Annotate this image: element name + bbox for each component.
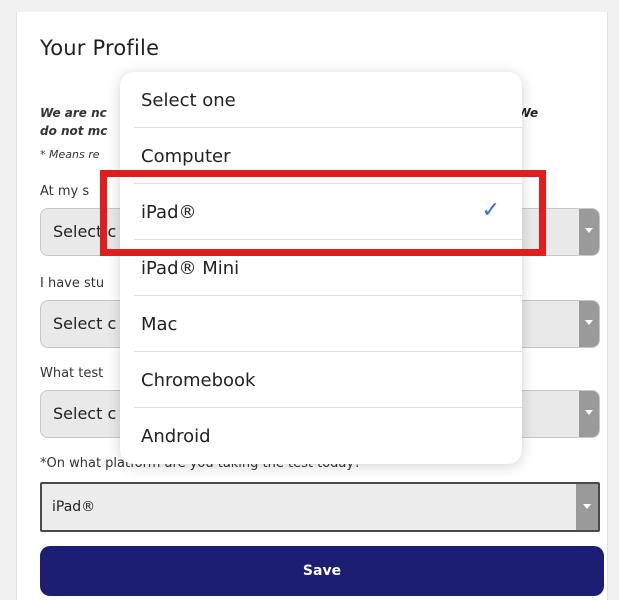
dropdown-option-label: Select one (141, 90, 236, 111)
dropdown-option-chromebook[interactable]: Chromebook (120, 352, 522, 408)
dropdown-option-label: Android (141, 426, 211, 447)
intro-text-fragment: We are nc (40, 106, 107, 120)
chevron-down-icon (579, 301, 599, 347)
save-button[interactable]: Save (40, 546, 604, 596)
studied-label: I have stu (40, 276, 105, 291)
platform-select-value: iPad® (52, 499, 96, 515)
dropdown-option-select-one[interactable]: Select one (120, 72, 522, 128)
required-note: * Means re (40, 148, 100, 161)
test-select-value: Select c (53, 404, 117, 423)
chevron-down-icon (576, 484, 598, 530)
intro-text-fragment-2: do not mc (40, 124, 108, 138)
dropdown-option-mac[interactable]: Mac (120, 296, 522, 352)
dropdown-option-label: Computer (141, 146, 231, 167)
dropdown-option-label: iPad® Mini (141, 258, 240, 279)
platform-select[interactable]: iPad® (40, 482, 600, 532)
dropdown-option-label: Mac (141, 314, 178, 335)
dropdown-option-label: Chromebook (141, 370, 256, 391)
page-title: Your Profile (40, 36, 160, 60)
dropdown-option-android[interactable]: Android (120, 408, 522, 464)
selection-highlight-box (100, 170, 546, 256)
platform-dropdown-menu: Select one Computer iPad® ✓ iPad® Mini M… (120, 72, 522, 464)
chevron-down-icon (579, 209, 599, 255)
test-label: What test (40, 366, 104, 381)
school-label: At my s (40, 184, 90, 199)
chevron-down-icon (579, 391, 599, 437)
studied-select-value: Select c (53, 314, 117, 333)
